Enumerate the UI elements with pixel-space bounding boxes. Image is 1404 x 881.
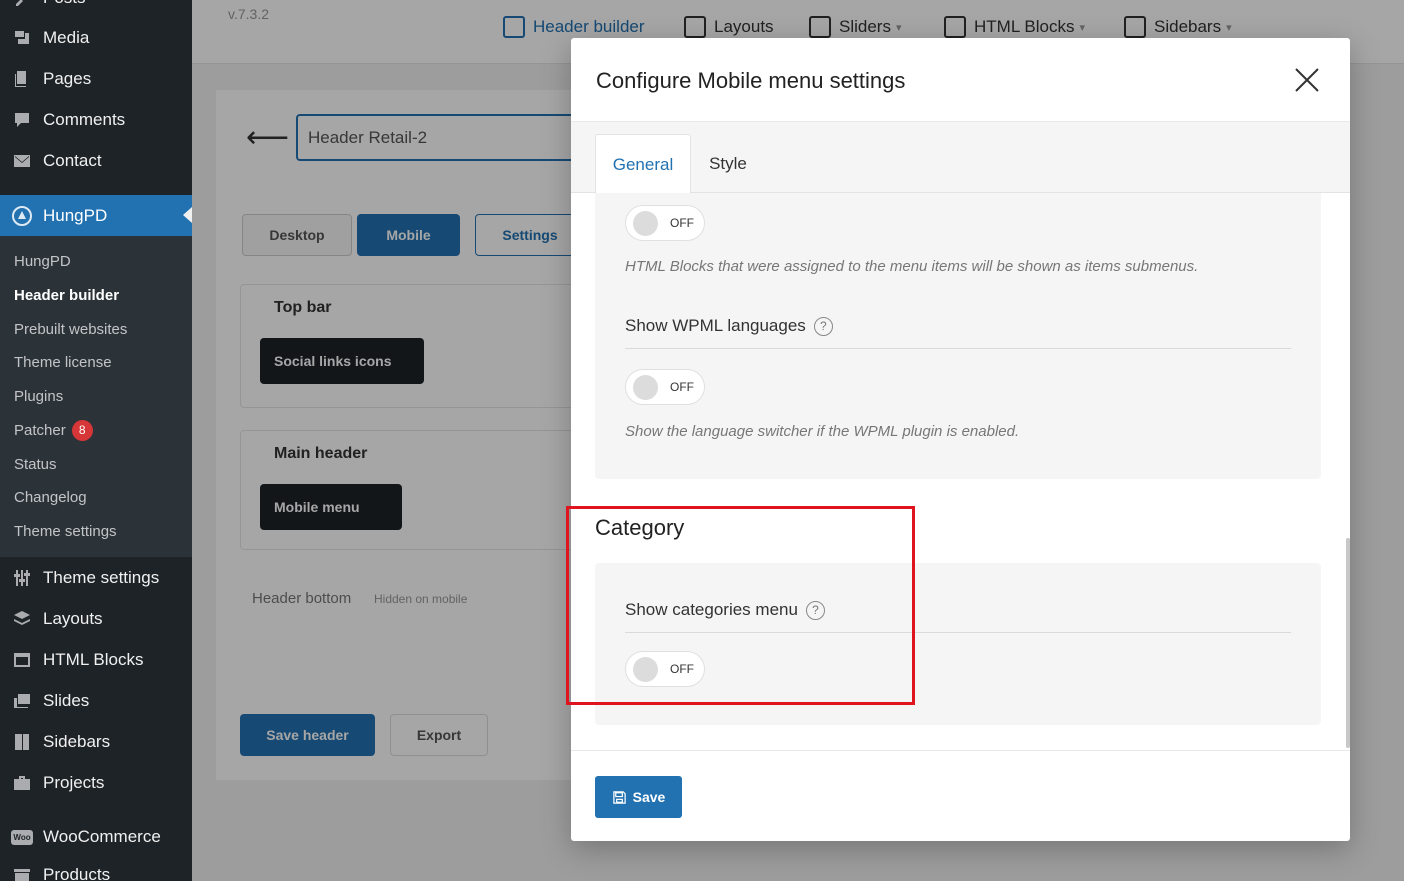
menu-label: HTML Blocks — [43, 650, 144, 669]
briefcase-icon — [10, 773, 34, 793]
submenu-theme-license[interactable]: Theme license — [14, 351, 112, 373]
help-icon[interactable]: ? — [813, 316, 833, 336]
toggle-knob — [633, 211, 658, 236]
modal-header: Configure Mobile menu settings — [571, 38, 1350, 122]
menu-pages[interactable]: Pages — [0, 59, 192, 99]
mobile-menu-settings-modal: Configure Mobile menu settings General S… — [571, 38, 1350, 841]
admin-sidebar: Posts Media Pages Comments Contact HungP… — [0, 0, 192, 881]
menu-sidebars[interactable]: Sidebars — [0, 722, 192, 762]
mail-icon — [10, 151, 34, 171]
menu-projects[interactable]: Projects — [0, 763, 192, 803]
modal-scrollbar[interactable] — [1346, 538, 1350, 748]
submenu-prebuilt-websites[interactable]: Prebuilt websites — [14, 318, 127, 340]
sliders-icon — [10, 568, 34, 588]
save-icon — [612, 790, 626, 804]
submenu-changelog[interactable]: Changelog — [14, 486, 87, 508]
menu-posts[interactable]: Posts — [0, 0, 192, 18]
menu-label: Sidebars — [43, 732, 111, 751]
modal-tabs: General Style — [571, 122, 1350, 194]
close-icon[interactable] — [1294, 67, 1320, 93]
menu-label: Comments — [43, 110, 126, 129]
menu-label: Media — [43, 28, 90, 47]
pages-icon — [10, 69, 34, 89]
menu-woocommerce[interactable]: Woo WooCommerce — [0, 817, 192, 857]
slides-icon — [10, 691, 34, 711]
menu-label: Contact — [43, 151, 102, 170]
menu-label: Products — [43, 865, 111, 881]
html-blocks-submenu-toggle[interactable]: OFF — [625, 205, 705, 241]
tab-general[interactable]: General — [595, 134, 691, 194]
pin-icon — [10, 0, 34, 8]
sidebar-icon — [10, 732, 34, 752]
layers-icon — [10, 609, 34, 629]
update-count-badge: 8 — [71, 419, 93, 441]
menu-label: HungPD — [43, 205, 108, 225]
wpml-languages-label: Show WPML languages ? — [625, 316, 833, 336]
menu-label: Pages — [43, 69, 92, 88]
highlight-annotation — [566, 506, 915, 705]
menu-label: WooCommerce — [43, 827, 161, 846]
hungpd-icon — [10, 205, 34, 226]
toggle-state: OFF — [670, 380, 694, 394]
submenu-plugins[interactable]: Plugins — [14, 385, 63, 407]
general-panel: OFF HTML Blocks that were assigned to th… — [595, 193, 1321, 479]
menu-layouts[interactable]: Layouts — [0, 599, 192, 639]
html-blocks-help-text: HTML Blocks that were assigned to the me… — [625, 258, 1199, 275]
menu-theme-settings[interactable]: Theme settings — [0, 558, 192, 598]
menu-html-blocks[interactable]: HTML Blocks — [0, 640, 192, 680]
toggle-state: OFF — [670, 216, 694, 230]
menu-comments[interactable]: Comments — [0, 100, 192, 140]
menu-slides[interactable]: Slides — [0, 681, 192, 721]
submenu-status[interactable]: Status — [14, 453, 57, 475]
menu-products[interactable]: Products — [0, 855, 192, 881]
submenu-hungpd[interactable]: HungPD — [14, 250, 71, 272]
field-divider — [625, 348, 1291, 349]
menu-label: Slides — [43, 691, 90, 710]
modal-title: Configure Mobile menu settings — [596, 68, 906, 93]
submenu-header-builder[interactable]: Header builder — [14, 284, 119, 306]
menu-label: Projects — [43, 773, 105, 792]
menu-label: Layouts — [43, 609, 103, 628]
wpml-help-text: Show the language switcher if the WPML p… — [625, 423, 1020, 440]
submenu-patcher[interactable]: Patcher 8 — [14, 419, 93, 441]
wpml-languages-toggle[interactable]: OFF — [625, 369, 705, 405]
save-button[interactable]: Save — [595, 776, 682, 818]
modal-footer: Save — [571, 750, 1350, 841]
woo-icon: Woo — [10, 827, 34, 847]
menu-label: Theme settings — [43, 568, 160, 587]
menu-media[interactable]: Media — [0, 18, 192, 58]
toggle-knob — [633, 375, 658, 400]
media-icon — [10, 28, 34, 48]
submenu-theme-settings[interactable]: Theme settings — [14, 520, 117, 542]
products-icon — [10, 865, 34, 881]
menu-contact[interactable]: Contact — [0, 141, 192, 181]
html-block-icon — [10, 650, 34, 670]
comments-icon — [10, 110, 34, 130]
menu-hungpd[interactable]: HungPD — [0, 195, 192, 236]
menu-label: Posts — [43, 0, 86, 8]
hungpd-submenu: HungPD Header builder Prebuilt websites … — [0, 236, 192, 557]
tab-style[interactable]: Style — [695, 134, 761, 194]
